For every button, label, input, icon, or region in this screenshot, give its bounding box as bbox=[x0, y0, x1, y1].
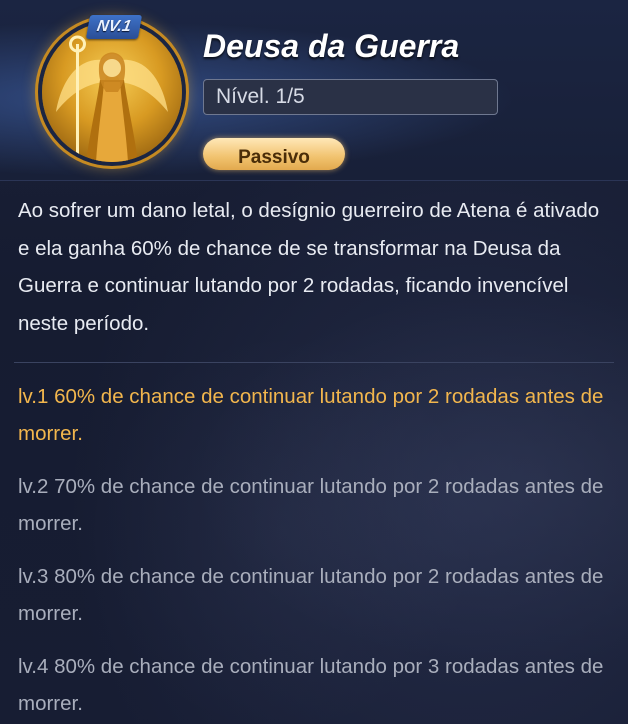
skill-header: NV.1 Deusa da Guerra Nível. 1/5 Passivo bbox=[0, 0, 628, 181]
passive-type-badge: Passivo bbox=[203, 138, 345, 170]
level-entry-3: lv.3 80% de chance de continuar lutando … bbox=[18, 565, 604, 625]
skill-title: Deusa da Guerra bbox=[203, 28, 460, 64]
skill-description: Ao sofrer um dano letal, o desígnio guer… bbox=[18, 199, 600, 335]
goddess-figure-icon bbox=[56, 35, 168, 162]
goddess-portrait-icon bbox=[42, 22, 182, 162]
level-entry-2: lv.2 70% de chance de continuar lutando … bbox=[18, 475, 604, 535]
skill-detail-panel: NV.1 Deusa da Guerra Nível. 1/5 Passivo … bbox=[0, 0, 628, 724]
level-entry-1: lv.1 60% de chance de continuar lutando … bbox=[18, 385, 604, 445]
section-divider bbox=[14, 362, 614, 363]
level-entry-4: lv.4 80% de chance de continuar lutando … bbox=[18, 655, 604, 715]
skill-level-field: Nível. 1/5 bbox=[203, 79, 498, 115]
skill-level-badge: NV.1 bbox=[85, 15, 143, 39]
level-list: lv.1 60% de chance de continuar lutando … bbox=[18, 378, 618, 724]
